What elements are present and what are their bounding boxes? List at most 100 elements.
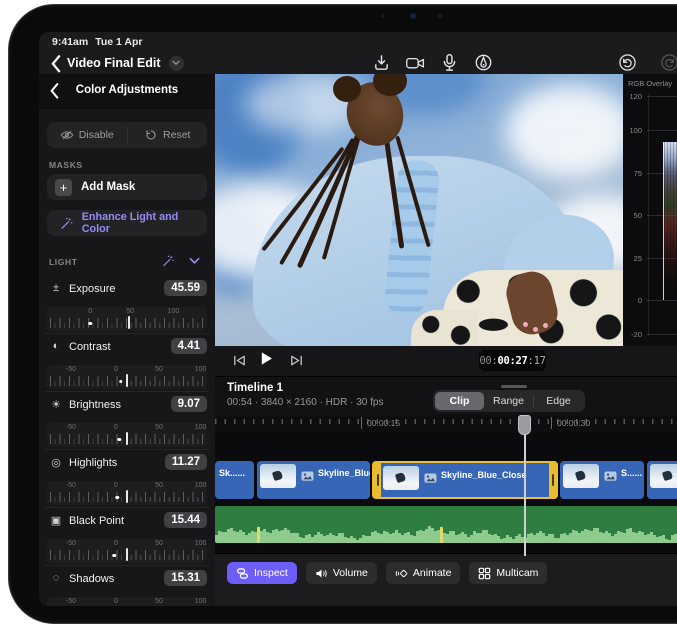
slider-value[interactable]: 15.44: [164, 512, 207, 528]
status-bar: 9:41am Tue 1 Apr: [52, 36, 142, 48]
clip-thumbnail: [260, 464, 296, 488]
scale-label: 100: [195, 598, 207, 605]
mode-clip[interactable]: Clip: [435, 392, 484, 410]
back-chevron-icon[interactable]: [51, 55, 61, 71]
scope-tick-label: -20: [623, 330, 642, 339]
timeline-clip[interactable]: Skyline_Blue_Wide: [257, 461, 370, 499]
scale-label: 50: [155, 598, 163, 605]
title-chevron-down-icon[interactable]: [169, 56, 184, 71]
slider-black-point: ▣ Black Point 15.44 -50050100: [47, 512, 207, 566]
hair-bun: [333, 76, 361, 102]
front-camera-dot: [381, 14, 385, 18]
top-chrome: 9:41am Tue 1 Apr Video Final Edit: [39, 32, 677, 74]
project-title[interactable]: Video Final Edit: [67, 55, 184, 71]
scale-label: -50: [66, 540, 76, 547]
black-point-icon: ▣: [49, 514, 63, 527]
disable-button[interactable]: Disable: [47, 122, 127, 148]
collapse-chevron-icon[interactable]: [189, 257, 200, 265]
reset-icon: [144, 129, 158, 141]
rgb-overlay-scope: RGB Overlay 1201007550250-20: [623, 74, 677, 346]
inspect-button[interactable]: Inspect: [227, 562, 297, 584]
timeline-clip[interactable]: [647, 461, 677, 499]
slider-ruler[interactable]: 050100: [47, 307, 207, 331]
timeline-meta: 00:54 · 3840 × 2160 · HDR · 30 fps: [227, 397, 383, 408]
brightness-icon: ☀: [49, 398, 63, 411]
animate-icon: [395, 567, 408, 580]
mode-edge[interactable]: Edge: [534, 392, 583, 410]
scale-label: 50: [155, 366, 163, 373]
camera-icon[interactable]: [405, 52, 426, 73]
disable-reset-group: Disable Reset: [47, 122, 207, 148]
scope-tick-label: 75: [623, 169, 642, 178]
scale-label: 100: [168, 308, 180, 315]
audio-clip[interactable]: [215, 506, 677, 543]
clip-label: S......: [621, 468, 642, 478]
ipad-device-frame: 9:41am Tue 1 Apr Video Final Edit: [8, 4, 677, 624]
slider-value[interactable]: 45.59: [164, 280, 207, 296]
timeline-clip-selected[interactable]: Skyline_Blue_Close: [372, 461, 558, 499]
slider-value[interactable]: 11.27: [165, 454, 207, 470]
shadows-icon: ◌: [49, 572, 63, 584]
clip-label: Sk......: [219, 468, 245, 478]
skip-forward-icon[interactable]: [289, 353, 304, 373]
timeline-ruler[interactable]: 00:00:1500:00:30: [215, 415, 677, 433]
scale-label: 0: [114, 424, 118, 431]
undo-icon[interactable]: [618, 53, 637, 72]
ruler-time-label: 00:00:30: [557, 418, 590, 428]
panel-header: Color Adjustments: [39, 74, 215, 109]
scale-label: -50: [66, 598, 76, 605]
scale-label: 50: [155, 424, 163, 431]
scale-label: 0: [88, 308, 92, 315]
track-zone: Sk...... Skyline_Blue_Wide Skyline_Blue_Cl…: [215, 433, 677, 554]
panel-drag-handle[interactable]: [501, 385, 527, 388]
volume-button[interactable]: Volume: [306, 562, 377, 584]
import-icon[interactable]: [371, 52, 392, 73]
inspector-icon: [236, 567, 249, 580]
trim-handle-right[interactable]: [549, 463, 556, 497]
slider-label: Brightness: [69, 399, 121, 411]
pencil-icon[interactable]: [473, 52, 494, 73]
timeline-clip[interactable]: S......: [560, 461, 644, 499]
animate-button[interactable]: Animate: [386, 562, 461, 584]
scale-label: 0: [114, 482, 118, 489]
timeline-clip[interactable]: Sk......: [215, 461, 254, 499]
video-viewer: [215, 74, 623, 346]
clip-label: Skyline_Blue_Close: [441, 470, 527, 480]
scale-label: 100: [195, 366, 207, 373]
reset-button[interactable]: Reset: [128, 122, 208, 148]
slider-shadows: ◌ Shadows 15.31 -50050100: [47, 570, 207, 606]
mic-icon[interactable]: [439, 52, 460, 73]
status-date: Tue 1 Apr: [95, 36, 142, 48]
scale-label: 50: [155, 540, 163, 547]
slider-exposure: ± Exposure 45.59 050100: [47, 280, 207, 334]
playhead-line[interactable]: [524, 424, 526, 556]
slider-label: Contrast: [69, 341, 111, 353]
auto-enhance-icon[interactable]: [161, 254, 175, 268]
timecode-display[interactable]: 00:00:27:17: [479, 350, 546, 371]
play-icon[interactable]: [259, 351, 274, 371]
slider-ruler[interactable]: -50050100: [47, 481, 207, 505]
scale-label: 0: [114, 598, 118, 605]
playhead-handle[interactable]: [518, 415, 531, 435]
color-adjustments-panel: Color Adjustments Disable Reset MASKS + …: [39, 74, 215, 606]
mode-range[interactable]: Range: [484, 392, 533, 410]
slider-ruler[interactable]: -50050100: [47, 423, 207, 447]
multicam-button[interactable]: Multicam: [469, 562, 547, 584]
scale-label: 0: [114, 540, 118, 547]
slider-ruler[interactable]: -50050100: [47, 539, 207, 563]
clip-thumbnail: [383, 466, 419, 490]
slider-value[interactable]: 9.07: [171, 396, 207, 412]
slider-value[interactable]: 15.31: [164, 570, 207, 586]
scale-label: -50: [66, 366, 76, 373]
slider-value[interactable]: 4.41: [171, 338, 207, 354]
slider-ruler[interactable]: -50 0 50 100: [47, 597, 207, 606]
add-mask-button[interactable]: + Add Mask: [47, 174, 207, 200]
trim-handle-left[interactable]: [374, 463, 381, 497]
plus-icon: +: [55, 179, 72, 196]
skip-back-icon[interactable]: [232, 353, 247, 373]
scope-title: RGB Overlay: [628, 79, 672, 88]
scale-label: 50: [155, 482, 163, 489]
slider-ruler[interactable]: -50050100: [47, 365, 207, 389]
enhance-light-color-button[interactable]: Enhance Light and Color: [47, 210, 207, 236]
sensor-dot: [438, 14, 442, 18]
